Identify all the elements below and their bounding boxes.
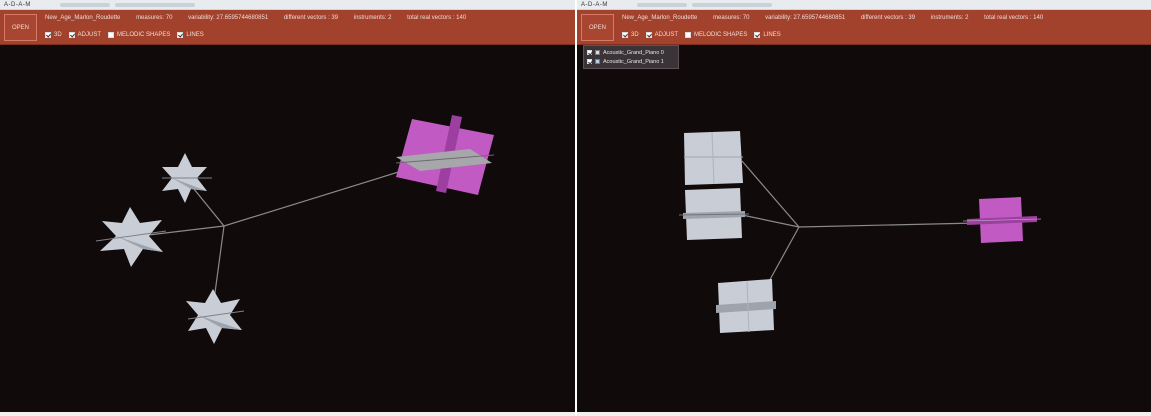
left-adjust-checkbox[interactable] bbox=[68, 32, 75, 38]
left-lines-label: LINES bbox=[186, 32, 204, 38]
left-variability: variability: 27.6595744680851 bbox=[188, 15, 269, 21]
right-connection-lines bbox=[741, 160, 978, 286]
left-options-row: 3D ADJUST MELODIC SHAPES LINES bbox=[45, 30, 211, 40]
left-magenta-shape bbox=[395, 115, 495, 195]
instrument-1-checkbox[interactable] bbox=[587, 59, 592, 64]
left-toolbar: OPEN New_Age_Marlon_Roudette measures: 7… bbox=[0, 10, 575, 45]
instrument-1-color-swatch bbox=[595, 59, 600, 64]
left-titlebar-blur-2 bbox=[115, 3, 195, 7]
left-3d-checkbox[interactable] bbox=[45, 32, 51, 38]
left-window: A-D-A-M OPEN New_Age_Marlon_Roudette mea… bbox=[0, 0, 575, 416]
right-magenta-shape bbox=[962, 197, 1042, 243]
left-option-lines[interactable]: LINES bbox=[177, 32, 204, 38]
right-different-vectors: different vectors : 39 bbox=[860, 15, 916, 21]
left-option-3d[interactable]: 3D bbox=[45, 32, 62, 38]
right-measures: measures: 70 bbox=[713, 15, 750, 21]
left-measures: measures: 70 bbox=[136, 15, 173, 21]
right-line-magenta bbox=[798, 222, 978, 228]
right-3d-label: 3D bbox=[631, 32, 639, 38]
right-options-row: 3D ADJUST MELODIC SHAPES LINES bbox=[622, 30, 788, 40]
left-3d-viewport[interactable] bbox=[0, 45, 575, 412]
left-open-button[interactable]: OPEN bbox=[4, 14, 37, 41]
left-melodic-shapes-checkbox[interactable] bbox=[108, 32, 115, 38]
left-info-row: New_Age_Marlon_Roudette measures: 70 var… bbox=[45, 15, 571, 25]
instrument-item-0[interactable]: Acoustic_Grand_Piano 0 bbox=[587, 48, 675, 57]
right-total-vectors: total real vectors : 140 bbox=[984, 15, 1044, 21]
right-cube-bottom bbox=[716, 279, 776, 333]
right-titlebar-blur-2 bbox=[692, 3, 772, 7]
right-titlebar: A-D-A-M bbox=[577, 0, 1151, 10]
instrument-1-label: Acoustic_Grand_Piano 1 bbox=[603, 58, 664, 65]
right-info-row: New_Age_Marlon_Roudette measures: 70 var… bbox=[622, 15, 1147, 25]
instrument-0-checkbox[interactable] bbox=[587, 50, 592, 55]
right-option-adjust[interactable]: ADJUST bbox=[645, 32, 679, 38]
right-window-title: A-D-A-M bbox=[581, 2, 608, 8]
left-line-magenta bbox=[223, 169, 406, 227]
left-file-name: New_Age_Marlon_Roudette bbox=[45, 15, 121, 21]
right-3d-checkbox[interactable] bbox=[622, 32, 628, 38]
right-option-melodic-shapes[interactable]: MELODIC SHAPES bbox=[685, 32, 747, 38]
right-cube-top bbox=[684, 131, 743, 185]
right-cube-middle bbox=[678, 188, 750, 240]
left-titlebar: A-D-A-M bbox=[0, 0, 575, 10]
right-variability: variability: 27.6595744680851 bbox=[765, 15, 846, 21]
right-option-3d[interactable]: 3D bbox=[622, 32, 639, 38]
left-option-adjust[interactable]: ADJUST bbox=[68, 32, 102, 38]
left-adjust-label: ADJUST bbox=[77, 32, 102, 38]
right-file-name: New_Age_Marlon_Roudette bbox=[622, 15, 698, 21]
left-lines-checkbox[interactable] bbox=[177, 32, 184, 38]
right-melodic-shapes-checkbox[interactable] bbox=[685, 32, 692, 38]
right-lines-label: LINES bbox=[763, 32, 781, 38]
left-titlebar-blur-1 bbox=[60, 3, 110, 7]
right-window: A-D-A-M OPEN New_Age_Marlon_Roudette mea… bbox=[577, 0, 1151, 416]
left-window-title: A-D-A-M bbox=[4, 2, 31, 8]
right-toolbar: OPEN New_Age_Marlon_Roudette measures: 7… bbox=[577, 10, 1151, 45]
instrument-0-color-swatch bbox=[595, 50, 600, 55]
instrument-0-label: Acoustic_Grand_Piano 0 bbox=[603, 49, 664, 56]
left-option-melodic-shapes[interactable]: MELODIC SHAPES bbox=[108, 32, 170, 38]
right-3d-viewport[interactable]: Acoustic_Grand_Piano 0 Acoustic_Grand_Pi… bbox=[577, 45, 1151, 412]
right-titlebar-blur-1 bbox=[637, 3, 687, 7]
right-adjust-label: ADJUST bbox=[654, 32, 679, 38]
left-star-top bbox=[162, 153, 212, 203]
right-lines-checkbox[interactable] bbox=[754, 32, 761, 38]
instrument-item-1[interactable]: Acoustic_Grand_Piano 1 bbox=[587, 57, 675, 66]
left-star-bottom bbox=[186, 289, 245, 344]
right-scene bbox=[678, 131, 1042, 333]
right-open-button[interactable]: OPEN bbox=[581, 14, 614, 41]
left-different-vectors: different vectors : 39 bbox=[283, 15, 339, 21]
right-instruments: instruments: 2 bbox=[930, 15, 969, 21]
right-option-lines[interactable]: LINES bbox=[754, 32, 781, 38]
left-scene bbox=[95, 115, 495, 344]
left-instruments: instruments: 2 bbox=[353, 15, 392, 21]
right-line-bottom-cube bbox=[766, 226, 800, 286]
right-melodic-shapes-label: MELODIC SHAPES bbox=[694, 32, 748, 38]
instrument-list-panel: Acoustic_Grand_Piano 0 Acoustic_Grand_Pi… bbox=[583, 45, 679, 69]
left-3d-label: 3D bbox=[54, 32, 62, 38]
left-star-left bbox=[95, 207, 167, 267]
right-adjust-checkbox[interactable] bbox=[645, 32, 652, 38]
left-melodic-shapes-label: MELODIC SHAPES bbox=[117, 32, 171, 38]
left-total-vectors: total real vectors : 140 bbox=[407, 15, 467, 21]
